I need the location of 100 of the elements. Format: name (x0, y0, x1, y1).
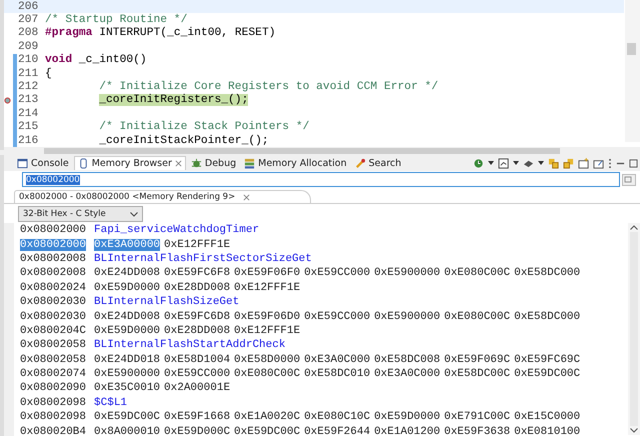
close-icon[interactable] (174, 160, 182, 167)
memory-word[interactable]: 0xE12FFF1E (234, 282, 300, 294)
memory-word[interactable]: 0xE5900000 (94, 368, 160, 380)
memory-word[interactable]: 0xE58DC000 (514, 267, 580, 280)
memory-word[interactable]: 0xE59CC000 (304, 310, 370, 323)
memory-word[interactable]: 0xE59CC000 (164, 368, 230, 380)
memory-word[interactable]: 0xE12FFF1E (164, 238, 230, 251)
line-number: 208 (18, 27, 40, 40)
memory-word[interactable]: 0xE59FC6D8 (164, 310, 230, 323)
symbol-label: $C$L1 (94, 396, 128, 409)
memory-word[interactable]: 0xE1A01200 (374, 426, 440, 436)
memory-word[interactable]: 0xE5900000 (374, 267, 440, 280)
memory-word[interactable]: 0xE15C0000 (514, 411, 580, 424)
scroll-down-icon[interactable] (630, 428, 638, 433)
memory-address: 0x08002030 (20, 310, 86, 323)
memory-word[interactable]: 0xE35C0010 (94, 382, 160, 394)
scrollbar[interactable] (625, 0, 640, 142)
memory-address: 0x08002000 (20, 238, 86, 251)
memory-word[interactable]: 0xE0810100 (514, 426, 580, 436)
memory-word[interactable]: 0xE58D0000 (234, 354, 300, 366)
memory-word[interactable]: 0xE58DC00C (444, 368, 510, 380)
memory-word[interactable]: 0xE59F06F0 (234, 267, 300, 280)
memory-address: 0x08002030 (20, 296, 86, 308)
memory-word[interactable]: 0xE58D1004 (164, 354, 230, 366)
memory-word[interactable]: 0xE59FC69C (514, 354, 580, 366)
memory-word[interactable]: 0xE59D000C (164, 426, 230, 436)
code-line: { (45, 68, 52, 80)
scrollbar[interactable] (628, 223, 640, 435)
memory-word[interactable]: 0xE59D0000 (94, 324, 160, 337)
memory-word[interactable]: 0xE59F069C (444, 354, 510, 366)
view-tab[interactable]: Console (14, 156, 72, 170)
memory-word[interactable]: 0xE59F3638 (444, 426, 510, 436)
rendering-tab[interactable]: 0x8002000 - 0x08002000 <Memory Rendering 9> (14, 190, 312, 203)
code-line: /* Startup Routine */ (45, 14, 188, 26)
memory-word[interactable]: 0xE080C10C (304, 411, 370, 424)
memory-word[interactable]: 0xE3A0C000 (374, 368, 440, 380)
memory-word[interactable]: 0xE58DC008 (374, 354, 440, 366)
memory-word[interactable]: 0xE59CC000 (304, 267, 370, 280)
window-icon[interactable] (498, 158, 509, 168)
line-number: 210 (18, 54, 40, 66)
memory-word[interactable]: 0xE59F1668 (164, 411, 230, 424)
new-tab-icon[interactable] (578, 158, 589, 168)
view-tab[interactable]: Search (352, 156, 404, 170)
memory-word[interactable]: 0xE58DC010 (304, 368, 370, 380)
memory-icon (78, 158, 89, 169)
memory-word[interactable]: 0xE59FC6F8 (164, 267, 230, 280)
memory-word[interactable]: 0xE080C00C (444, 267, 510, 280)
memory-word[interactable]: 0xE5900000 (374, 310, 440, 323)
close-icon[interactable] (243, 194, 250, 200)
memory-address: 0x08002024 (20, 282, 86, 294)
bug-icon (190, 158, 202, 168)
code-line: /* Initialize Stack Pointers */ (99, 121, 310, 134)
scroll-up-icon[interactable] (630, 225, 638, 230)
memory-word[interactable]: 0xE59F06D0 (234, 310, 300, 323)
code-line: _coreInitStackPointer_(); (99, 134, 269, 147)
memory-word[interactable]: 0xE59DC00C (234, 426, 300, 436)
memory-word[interactable]: 0xE12FFF1E (234, 324, 300, 337)
memory-address: 0x080020B4 (20, 426, 86, 436)
chevron-icon (130, 212, 138, 216)
line-number: 211 (18, 68, 40, 80)
memory-word[interactable]: 0xE791C00C (444, 411, 510, 424)
view-tab[interactable]: Memory Browser (74, 156, 186, 170)
memory-word[interactable]: 0xE59DC00C (94, 411, 160, 424)
memory-address: 0x08002058 (20, 339, 86, 352)
address-field[interactable]: 0x08002000 (22, 172, 620, 187)
line-number: 207 (18, 14, 40, 26)
memory-word[interactable]: 0xE59F2644 (304, 426, 370, 436)
line-number: 215 (18, 121, 40, 134)
code-line: #pragma INTERRUPT(_c_int00, RESET) (45, 27, 276, 40)
caret-icon[interactable] (488, 161, 494, 165)
memory-address: 0x08002058 (20, 354, 86, 366)
memory-word[interactable]: 0xE59D0000 (94, 282, 160, 294)
format-dropdown[interactable]: 32-Bit Hex - C Style (18, 206, 143, 222)
memory-word[interactable]: 0xE24DD008 (94, 267, 160, 280)
add-rendering-icon[interactable] (622, 174, 636, 186)
memory-word[interactable]: 0xE3A0C000 (304, 354, 370, 366)
maximize-icon[interactable] (629, 158, 638, 168)
memory-word[interactable]: 0xE59D0000 (374, 411, 440, 424)
line-number: 209 (18, 40, 40, 53)
memory-word[interactable]: 0xE080C00C (444, 310, 510, 323)
stacked-bars-icon (244, 158, 256, 168)
symbol-label: BLInternalFlashStartAddrCheck (94, 339, 286, 352)
memory-word[interactable]: 0xE59DC00C (514, 368, 580, 380)
memory-word[interactable]: 0xE24DD008 (94, 310, 160, 323)
memory-word[interactable]: 0xE24DD018 (94, 354, 160, 366)
memory-word[interactable]: 0xE080C00C (234, 368, 300, 380)
view-tab[interactable]: Memory Allocation (241, 156, 350, 170)
memory-word[interactable]: 0xE28DD008 (164, 282, 230, 294)
view-tab[interactable]: Debug (188, 156, 240, 170)
memory-address: 0x08002000 (20, 224, 86, 236)
caret-icon[interactable] (538, 161, 544, 165)
caret-icon[interactable] (513, 161, 519, 165)
memory-word[interactable]: 0x2A00001E (164, 382, 230, 394)
memory-word[interactable]: 0x8A000010 (94, 426, 160, 436)
console-icon (17, 158, 28, 168)
view-menu-icon[interactable] (608, 158, 612, 168)
memory-word[interactable]: 0xE58DC000 (514, 310, 580, 323)
memory-word[interactable]: 0xE28DD008 (164, 324, 230, 337)
memory-word[interactable]: 0xE1A0020C (234, 411, 300, 424)
memory-word[interactable]: 0xE3A00000 (94, 238, 160, 251)
